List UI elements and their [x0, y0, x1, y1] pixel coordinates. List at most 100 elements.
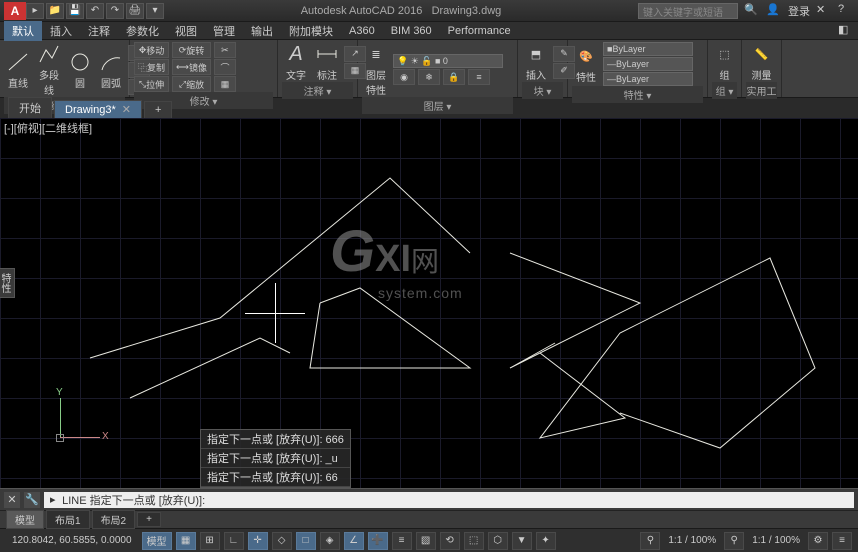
ribbon-expand-icon[interactable]: ◧: [838, 23, 854, 39]
3d-toggle-icon[interactable]: ⬚: [464, 532, 484, 550]
workspace-switch-icon[interactable]: ⚙: [808, 532, 828, 550]
layer-freeze-icon[interactable]: ❄: [418, 69, 440, 85]
qat-print-icon[interactable]: 🖨: [126, 3, 144, 19]
isodraft-toggle-icon[interactable]: ◇: [272, 532, 292, 550]
lineweight-dropdown[interactable]: — ByLayer: [603, 57, 693, 71]
tab-insert[interactable]: 插入: [42, 21, 80, 41]
app-name: Autodesk AutoCAD 2016: [301, 5, 423, 17]
app-logo[interactable]: A: [4, 2, 26, 20]
arc-button[interactable]: 圆弧: [97, 50, 125, 90]
model-tab[interactable]: 模型: [6, 510, 44, 529]
layerprop-button[interactable]: ≣图层 特性: [362, 42, 390, 97]
selection-cycling-icon[interactable]: ⟲: [440, 532, 460, 550]
move-button[interactable]: ✥ 移动: [134, 42, 169, 58]
insert-button[interactable]: ⬒插入: [522, 42, 550, 82]
qat-undo-icon[interactable]: ↶: [86, 3, 104, 19]
panel-block-title[interactable]: 块 ▾: [522, 82, 563, 99]
anno-scale-2[interactable]: 1:1 / 100%: [748, 535, 804, 546]
tab-bim360[interactable]: BIM 360: [383, 23, 440, 39]
text-button[interactable]: A文字: [282, 42, 310, 82]
linetype-dropdown[interactable]: — ByLayer: [603, 72, 693, 86]
tab-output[interactable]: 输出: [243, 21, 281, 41]
qat-save-icon[interactable]: 💾: [66, 3, 84, 19]
close-tab-icon[interactable]: ✕: [122, 104, 131, 116]
rotate-button[interactable]: ⟳ 旋转: [172, 42, 211, 58]
array-icon[interactable]: ▦: [214, 76, 236, 92]
customize-status-icon[interactable]: ≡: [832, 532, 852, 550]
layer-match-icon[interactable]: ≡: [468, 69, 490, 85]
layer-iso-icon[interactable]: ◉: [393, 69, 415, 85]
3dosnap-toggle-icon[interactable]: ◈: [320, 532, 340, 550]
scale-button[interactable]: ⤢ 缩放: [172, 76, 211, 92]
otrack-toggle-icon[interactable]: ∠: [344, 532, 364, 550]
layout2-tab[interactable]: 布局2: [92, 510, 136, 529]
line-button[interactable]: 直线: [4, 50, 32, 90]
drawing-area[interactable]: [-][俯视][二维线框] 特性 GXI网 system.com YX 指定下一…: [0, 118, 858, 488]
panel-layers-title[interactable]: 图层 ▾: [362, 97, 513, 114]
start-tab[interactable]: 开始: [8, 97, 52, 118]
tab-default[interactable]: 默认: [4, 21, 42, 41]
help-icon[interactable]: ?: [838, 3, 854, 19]
viewport-label[interactable]: [-][俯视][二维线框]: [4, 120, 92, 136]
stretch-button[interactable]: ⤡ 拉伸: [134, 76, 169, 92]
transparency-toggle-icon[interactable]: ▧: [416, 532, 436, 550]
dim-button[interactable]: 标注: [313, 42, 341, 82]
annoscale2-icon[interactable]: ⚲: [724, 532, 744, 550]
layer-dropdown[interactable]: 💡 ☀ 🔓 ■ 0: [393, 54, 503, 68]
mirror-button[interactable]: ⟷ 镜像: [172, 59, 211, 75]
dynamic-ucs-icon[interactable]: ⬡: [488, 532, 508, 550]
login-label[interactable]: 登录: [788, 3, 810, 19]
lineweight-toggle-icon[interactable]: ≡: [392, 532, 412, 550]
layout1-tab[interactable]: 布局1: [46, 510, 90, 529]
cmd-customize-icon[interactable]: 🔧: [24, 492, 40, 508]
ribbon-tabs: 默认 插入 注释 参数化 视图 管理 输出 附加模块 A360 BIM 360 …: [0, 22, 858, 40]
annoscale-icon[interactable]: ⚲: [640, 532, 660, 550]
history-line: 指定下一点或 [放弃(U)]: 66: [201, 468, 350, 487]
dynamic-input-icon[interactable]: ➕: [368, 532, 388, 550]
qat-open-icon[interactable]: 📁: [46, 3, 64, 19]
anno-scale-1[interactable]: 1:1 / 100%: [664, 535, 720, 546]
group-button[interactable]: ⬚组: [712, 42, 737, 82]
coordinates[interactable]: 120.8042, 60.5855, 0.0000: [6, 535, 138, 546]
modelspace-button[interactable]: 模型: [142, 532, 172, 550]
circle-button[interactable]: 圆: [66, 50, 94, 90]
copy-button[interactable]: ⿻ 复制: [134, 59, 169, 75]
cmd-close-icon[interactable]: ✕: [4, 492, 20, 508]
command-input[interactable]: ▸ LINE 指定下一点或 [放弃(U)]:: [44, 492, 854, 508]
measure-button[interactable]: 📏测量: [746, 42, 777, 82]
signin-icon[interactable]: 👤: [766, 3, 782, 19]
selection-filter-icon[interactable]: ▼: [512, 532, 532, 550]
tab-manage[interactable]: 管理: [205, 21, 243, 41]
new-tab-button[interactable]: +: [144, 101, 172, 118]
panel-util-title[interactable]: 实用工: [746, 82, 777, 99]
tab-annotate[interactable]: 注释: [80, 21, 118, 41]
qat-more-icon[interactable]: ▾: [146, 3, 164, 19]
trim-icon[interactable]: ✂: [214, 42, 236, 58]
layer-lock-icon[interactable]: 🔒: [443, 69, 465, 85]
osnap-toggle-icon[interactable]: □: [296, 532, 316, 550]
panel-group-title[interactable]: 组 ▾: [712, 82, 737, 99]
infocenter-icon[interactable]: 🔍: [744, 3, 760, 19]
qat-redo-icon[interactable]: ↷: [106, 3, 124, 19]
tab-parametric[interactable]: 参数化: [118, 21, 167, 41]
tab-addins[interactable]: 附加模块: [281, 21, 341, 41]
polar-toggle-icon[interactable]: ✛: [248, 532, 268, 550]
tab-a360[interactable]: A360: [341, 23, 383, 39]
fillet-icon[interactable]: ⌒: [214, 59, 236, 75]
polyline-button[interactable]: 多段线: [35, 42, 63, 97]
help-search-input[interactable]: 键入关键字或短语: [638, 3, 738, 19]
add-layout-button[interactable]: +: [137, 512, 161, 527]
tab-performance[interactable]: Performance: [440, 23, 519, 39]
props-button[interactable]: 🎨特性: [572, 44, 600, 84]
snap-toggle-icon[interactable]: ⊞: [200, 532, 220, 550]
gizmo-icon[interactable]: ✦: [536, 532, 556, 550]
panel-annot-title[interactable]: 注释 ▾: [282, 82, 353, 99]
color-dropdown[interactable]: ■ ByLayer: [603, 42, 693, 56]
grid-toggle-icon[interactable]: ▦: [176, 532, 196, 550]
ortho-toggle-icon[interactable]: ∟: [224, 532, 244, 550]
tab-view[interactable]: 视图: [167, 21, 205, 41]
qat-new-icon[interactable]: ▸: [26, 3, 44, 19]
panel-props-title[interactable]: 特性 ▾: [572, 86, 703, 103]
exchange-icon[interactable]: ✕: [816, 3, 832, 19]
drawing-tab[interactable]: Drawing3*✕: [54, 100, 142, 118]
